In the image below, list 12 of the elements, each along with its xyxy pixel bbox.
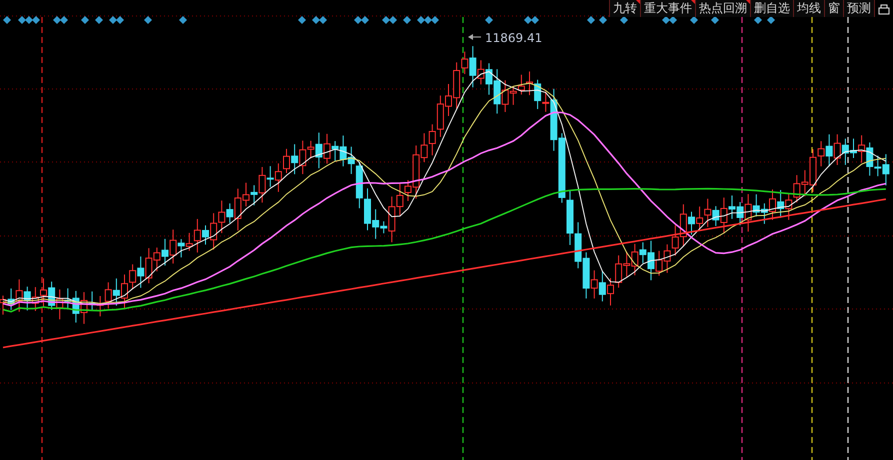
toolbar-button[interactable]: 删自选 — [750, 0, 793, 17]
toolbar-button[interactable]: 重大事件 — [640, 0, 695, 17]
diamond-icon — [144, 16, 152, 24]
toolbar-button[interactable]: 九转 — [609, 0, 640, 17]
diamond-icon — [179, 16, 187, 24]
toolbar-button[interactable]: 热点回溯 — [695, 0, 750, 17]
toolbar-button[interactable]: 窗 — [824, 0, 843, 17]
peak-price-label: 11869.41 — [485, 31, 542, 45]
toolbar-button[interactable]: 均线 — [793, 0, 824, 17]
diamond-icon — [485, 16, 493, 24]
toolbar-button[interactable]: 预测 — [843, 0, 874, 17]
arrow-icon — [468, 34, 482, 40]
